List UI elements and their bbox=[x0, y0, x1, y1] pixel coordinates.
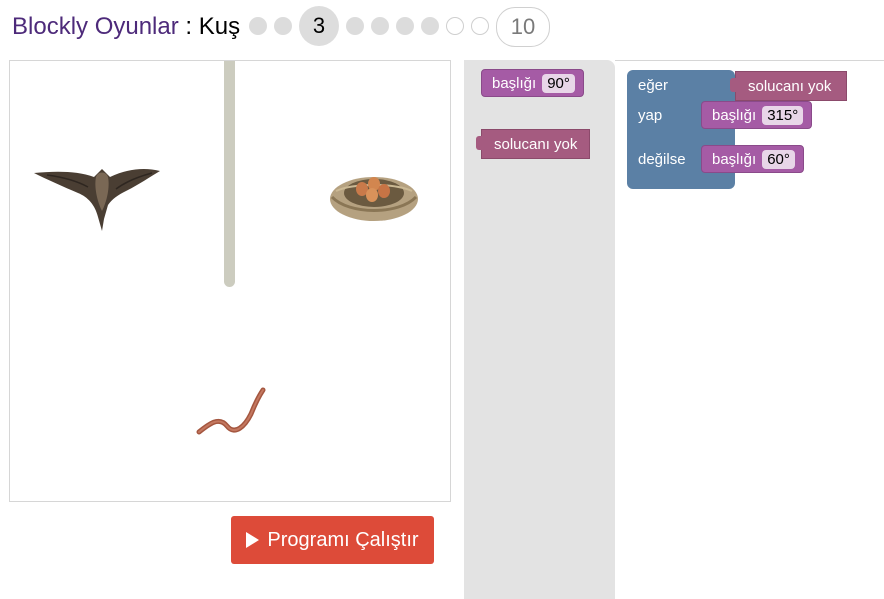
level-last-indicator[interactable]: 10 bbox=[496, 7, 550, 47]
play-icon bbox=[246, 532, 260, 548]
else-heading-block[interactable]: başlığı 60° bbox=[701, 145, 804, 173]
heading-angle-field[interactable]: 90° bbox=[542, 73, 575, 93]
header: Blockly Oyunlar : Kuş 3 10 bbox=[0, 0, 884, 56]
if-label: eğer bbox=[638, 77, 669, 94]
bird-icon bbox=[34, 169, 160, 231]
run-program-button[interactable]: Programı Çalıştır bbox=[231, 516, 434, 564]
page-title: Blockly Oyunlar : Kuş bbox=[12, 12, 240, 42]
blockly-games-link[interactable]: Blockly Oyunlar bbox=[12, 13, 179, 40]
do-heading-label: başlığı bbox=[712, 106, 757, 124]
no-worm-label: solucanı yok bbox=[494, 135, 578, 153]
do-label: yap bbox=[638, 107, 663, 124]
level-8-dot[interactable] bbox=[446, 17, 464, 35]
do-heading-block[interactable]: başlığı 315° bbox=[701, 101, 813, 129]
nest-icon bbox=[330, 177, 418, 221]
else-heading-label: başlığı bbox=[712, 150, 757, 168]
worm-icon bbox=[196, 387, 266, 435]
condition-no-worm-block[interactable]: solucanı yok bbox=[730, 71, 847, 101]
level-7-dot[interactable] bbox=[421, 17, 439, 35]
heading-label: başlığı bbox=[492, 74, 537, 92]
run-program-label: Programı Çalıştır bbox=[267, 528, 419, 551]
title-separator: : bbox=[185, 13, 193, 40]
condition-label: solucanı yok bbox=[748, 77, 832, 95]
do-heading-angle-field[interactable]: 315° bbox=[762, 105, 804, 125]
level-9-dot[interactable] bbox=[471, 17, 489, 35]
game-name: Kuş bbox=[198, 13, 241, 40]
else-label: değilse bbox=[638, 151, 686, 168]
level-5-dot[interactable] bbox=[371, 17, 389, 35]
level-2-dot[interactable] bbox=[274, 17, 292, 35]
level-current-indicator[interactable]: 3 bbox=[299, 6, 339, 46]
game-canvas bbox=[9, 60, 451, 502]
wall bbox=[224, 61, 235, 287]
else-heading-angle-field[interactable]: 60° bbox=[762, 149, 795, 169]
toolbox-no-worm-block[interactable]: solucanı yok bbox=[475, 129, 591, 159]
level-4-dot[interactable] bbox=[346, 17, 364, 35]
level-1-dot[interactable] bbox=[249, 17, 267, 35]
workspace-border bbox=[615, 60, 884, 61]
toolbox-heading-block[interactable]: başlığı 90° bbox=[481, 69, 584, 97]
level-6-dot[interactable] bbox=[396, 17, 414, 35]
